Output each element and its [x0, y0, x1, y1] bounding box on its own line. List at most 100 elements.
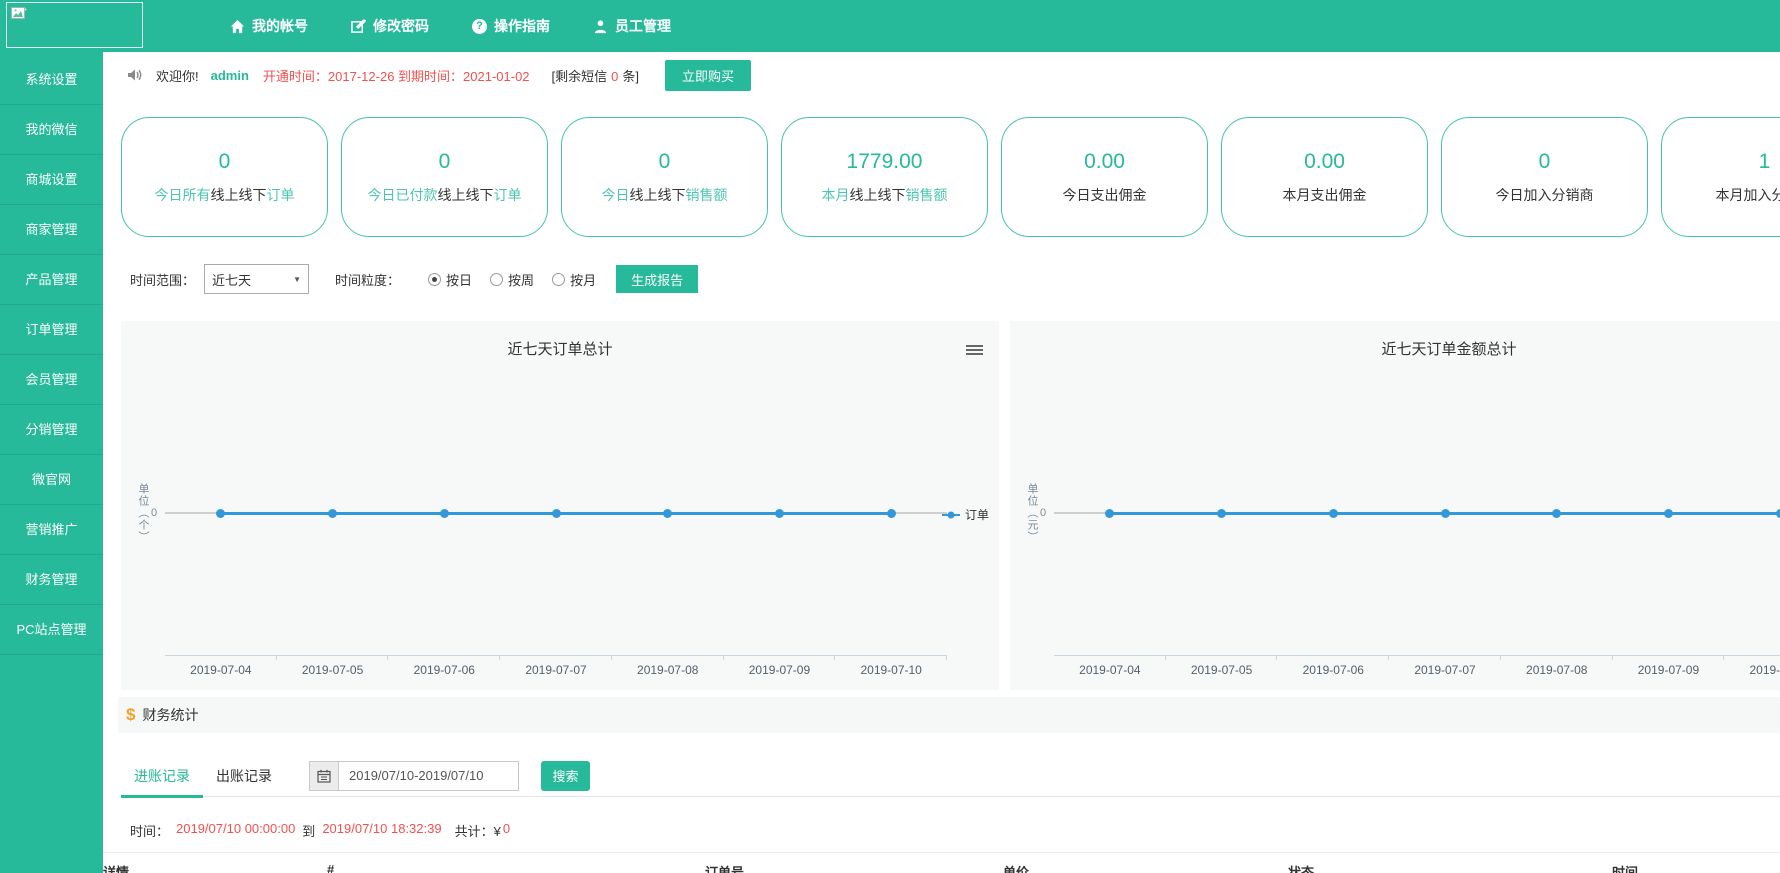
sidebar-item[interactable]: PC站点管理 [0, 605, 103, 655]
sidebar-item[interactable]: 产品管理 [0, 255, 103, 305]
stat-label-part: 线上线下 [850, 187, 906, 203]
chevron-down-icon: ▼ [293, 275, 301, 284]
sidebar-item[interactable]: 分销管理 [0, 405, 103, 455]
sidebar-item[interactable]: 财务管理 [0, 555, 103, 605]
radio-option[interactable]: 按日 [428, 270, 472, 289]
data-point [1552, 509, 1561, 518]
nav-item-guide[interactable]: ? 操作指南 [472, 16, 550, 36]
plot-area: 2019-07-042019-07-052019-07-062019-07-07… [1054, 321, 1780, 690]
data-points [165, 509, 947, 518]
data-point [1776, 509, 1780, 518]
time-range-select[interactable]: 近七天 ▼ [204, 264, 309, 294]
generate-report-button[interactable]: 生成报告 [616, 265, 698, 293]
sidebar-item[interactable]: 系统设置 [0, 55, 103, 105]
stat-value: 1779.00 [847, 150, 923, 174]
sidebar-item[interactable]: 我的微信 [0, 105, 103, 155]
time-range-label: 时间范围： [130, 270, 195, 289]
calendar-button[interactable] [309, 761, 339, 791]
x-axis-tick-label: 2019-07-06 [1277, 663, 1389, 677]
legend-orders[interactable]: 订单 [942, 506, 989, 523]
search-button[interactable]: 搜索 [541, 761, 590, 791]
y-axis-tick: 0 [151, 507, 157, 519]
finance-tab[interactable]: 出账记录 [203, 755, 285, 797]
data-point [1664, 509, 1673, 518]
y-axis-tick: 0 [1040, 507, 1046, 519]
data-point [887, 509, 896, 518]
nav-item-staff[interactable]: 员工管理 [593, 16, 671, 36]
radio-icon [428, 273, 441, 286]
data-point [1105, 509, 1114, 518]
sidebar-item[interactable]: 订单管理 [0, 305, 103, 355]
stat-label-part: 线上线下 [630, 187, 686, 203]
finance-tabs-bar: 进账记录 出账记录 搜索 [121, 755, 1780, 797]
stat-label-part: 线上线下 [211, 187, 267, 203]
nav-label: 我的帐号 [252, 16, 308, 36]
stat-label-part: 销售额 [686, 187, 728, 203]
x-axis-tick-label: 2019-07-07 [1389, 663, 1501, 677]
radio-label: 按周 [508, 270, 534, 289]
user-icon [593, 19, 608, 34]
data-point [663, 509, 672, 518]
finance-tab[interactable]: 进账记录 [121, 755, 203, 797]
stat-label-part: 今日已付款 [368, 187, 438, 203]
stat-label-part: 本月 [822, 187, 850, 203]
stat-value: 0.00 [1084, 150, 1125, 174]
x-axis-labels: 2019-07-042019-07-052019-07-062019-07-07… [165, 663, 947, 677]
sidebar-item[interactable]: 商家管理 [0, 205, 103, 255]
table-column-header: # [327, 862, 334, 873]
time-label: 时间： [130, 821, 169, 840]
y-axis-label: 单位（个） [135, 483, 151, 543]
x-axis-tick-label: 2019-07-04 [165, 663, 277, 677]
x-axis-labels: 2019-07-042019-07-052019-07-062019-07-07… [1054, 663, 1780, 677]
x-axis-tick-label: 2019-07-08 [1501, 663, 1613, 677]
stat-label-part: 线上线下 [438, 187, 494, 203]
x-axis-tick-label: 2019-07-04 [1054, 663, 1166, 677]
sidebar-item[interactable]: 会员管理 [0, 355, 103, 405]
stat-label-part: 今日 [602, 187, 630, 203]
home-icon [230, 19, 245, 34]
radio-icon [552, 273, 565, 286]
stat-card: 1779.00 本月线上线下销售额 [781, 117, 988, 237]
stat-card: 0 今日线上线下销售额 [561, 117, 768, 237]
stat-label-part: 销售额 [906, 187, 948, 203]
stat-card: 0 今日所有线上线下订单 [121, 117, 328, 237]
radio-option[interactable]: 按月 [552, 270, 596, 289]
total-label: 共计：¥ [455, 821, 501, 840]
stat-card: 0 今日加入分销商 [1441, 117, 1648, 237]
data-points [1054, 509, 1780, 518]
nav-item-my-account[interactable]: 我的帐号 [230, 16, 308, 36]
calendar-icon [317, 769, 331, 783]
sidebar-item[interactable]: 营销推广 [0, 505, 103, 555]
x-axis-tick-label: 2019-07-06 [388, 663, 500, 677]
sidebar-item[interactable]: 微官网 [0, 455, 103, 505]
date-range-input[interactable] [339, 761, 519, 791]
total-value: 0 [503, 821, 510, 840]
stat-label: 今日所有线上线下订单 [155, 185, 295, 205]
sidebar: 系统设置 我的微信 商城设置 商家管理 产品管理 订单管理 会员管理 分销管理 … [0, 52, 103, 873]
stat-value: 0 [439, 150, 451, 174]
data-point [440, 509, 449, 518]
to-label: 到 [302, 821, 315, 840]
radio-option[interactable]: 按周 [490, 270, 534, 289]
nav-label: 操作指南 [494, 16, 550, 36]
stat-label: 今日已付款线上线下订单 [368, 185, 522, 205]
top-nav: 我的帐号 修改密码 ? 操作指南 员工管理 [230, 0, 671, 52]
buy-now-button[interactable]: 立即购买 [665, 60, 751, 91]
legend-marker-icon [942, 510, 960, 519]
data-point [216, 509, 225, 518]
x-axis-tick-label: 2019-07-08 [612, 663, 724, 677]
chart-menu-icon[interactable] [966, 343, 983, 357]
nav-label: 员工管理 [615, 16, 671, 36]
data-point [552, 509, 561, 518]
stat-card: 1 本月加入分销商 [1661, 117, 1780, 237]
stat-label-part: 今日所有 [155, 187, 211, 203]
sidebar-item[interactable]: 商城设置 [0, 155, 103, 205]
table-column-header: 订单号 [705, 862, 744, 873]
account-dates: 开通时间：2017-12-26 到期时间：2021-01-02 [263, 66, 530, 85]
stat-label: 本月加入分销商 [1716, 185, 1780, 205]
nav-item-change-password[interactable]: 修改密码 [351, 16, 429, 36]
stat-label-part: 本月加入分销商 [1716, 187, 1780, 203]
stat-label: 本月线上线下销售额 [822, 185, 948, 205]
plot-area: 2019-07-042019-07-052019-07-062019-07-07… [165, 321, 947, 690]
table-column-header: 详情 [103, 862, 129, 873]
